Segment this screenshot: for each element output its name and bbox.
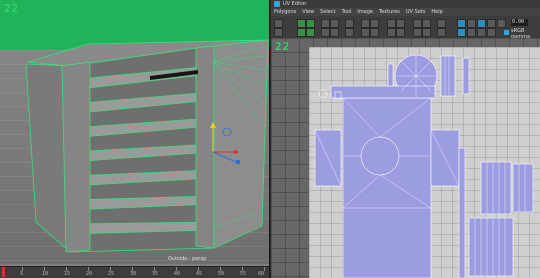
uv-editor-titlebar[interactable]: UV Editor [271, 0, 540, 8]
menu-image[interactable]: Image [357, 9, 373, 15]
toolbar-tool-icon[interactable] [497, 19, 506, 28]
toolbar-tool-icon[interactable] [477, 28, 486, 37]
toolbar-tool-icon[interactable] [396, 19, 405, 28]
toolbar-tool-icon[interactable] [422, 19, 431, 28]
toolbar-tool-icon[interactable] [422, 28, 431, 37]
uv-shell-long-slat [458, 147, 466, 278]
toolbar-tool-icon[interactable] [345, 28, 354, 37]
gamma-checkbox[interactable] [504, 30, 509, 35]
uv-shell-slat [440, 55, 456, 97]
uv-shells[interactable] [271, 38, 540, 278]
toolbar-tool-icon[interactable] [370, 19, 379, 28]
viewport-camera-caption: Outside : persp [168, 256, 207, 262]
toolbar-tool-icon[interactable] [487, 19, 496, 28]
uv-shell-group [314, 54, 534, 278]
time-slider[interactable]: 5 10 15 20 25 30 35 40 45 50 55 60 [0, 266, 269, 278]
uv-shell-small [387, 63, 394, 87]
crate-right-post [195, 45, 215, 249]
menu-select[interactable]: Select [320, 9, 335, 15]
crate-right-side [211, 39, 269, 249]
uv-editor-window[interactable]: UV Editor Polygons View Select Tool Imag… [271, 0, 540, 278]
uv-editor-title: UV Editor [283, 1, 307, 7]
toolbar-tool-icon[interactable] [467, 19, 476, 28]
uv-texture-view[interactable]: 22 [271, 38, 540, 278]
toolbar-tool-icon[interactable] [297, 19, 306, 28]
uv-shell-circle-center [360, 136, 400, 176]
uv-shell-slat-block [512, 163, 534, 213]
toolbar-tool-icon[interactable] [413, 19, 422, 28]
menu-view[interactable]: View [302, 9, 314, 15]
menu-textures[interactable]: Textures [379, 9, 400, 15]
uv-shell-top-strip [330, 85, 436, 99]
toolbar-tool-icon[interactable] [413, 28, 422, 37]
perspective-viewport[interactable]: 22 Outside: persp 5 10 15 20 25 30 35 4… [0, 0, 270, 278]
toolbar-tool-icon[interactable] [321, 28, 330, 37]
app-logo-icon [274, 1, 280, 7]
toolbar-tool-icon[interactable] [487, 28, 496, 37]
time-slider-marker[interactable] [2, 267, 5, 277]
crate-front-post [61, 61, 91, 253]
uv-editor-menubar: Polygons View Select Tool Image Textures… [271, 8, 540, 16]
uv-pivot-icon [318, 89, 328, 99]
toolbar-tool-icon[interactable] [477, 19, 486, 28]
toolbar-tool-icon[interactable] [345, 19, 354, 28]
toolbar-tool-icon[interactable] [387, 19, 396, 28]
toolbar-tool-icon[interactable] [361, 19, 370, 28]
menu-polygons[interactable]: Polygons [274, 9, 296, 15]
toolbar-tool-icon[interactable] [306, 19, 315, 28]
exposure-field[interactable]: 0.00 [511, 19, 528, 26]
toolbar-tool-icon[interactable] [274, 28, 283, 37]
toolbar-tool-icon[interactable] [437, 28, 446, 37]
toolbar-tool-icon[interactable] [467, 28, 476, 37]
uv-shell-slat [462, 57, 470, 95]
toolbar-tool-icon[interactable] [457, 19, 466, 28]
uv-shell-slat-block [480, 161, 512, 215]
toolbar-tool-icon[interactable] [387, 28, 396, 37]
toolbar-tool-icon[interactable] [274, 19, 283, 28]
toolbar-tool-icon[interactable] [330, 19, 339, 28]
toolbar-tool-icon[interactable] [330, 28, 339, 37]
crate-model[interactable] [0, 0, 270, 278]
toolbar-tool-icon[interactable] [370, 28, 379, 37]
menu-help[interactable]: Help [431, 9, 442, 15]
menu-tool[interactable]: Tool [342, 9, 352, 15]
toolbar-tool-icon[interactable] [297, 28, 306, 37]
toolbar-tool-icon[interactable] [457, 28, 466, 37]
toolbar-tool-icon[interactable] [396, 28, 405, 37]
uv-editor-toolbar: 0.00 sRGB gamma [271, 16, 540, 40]
toolbar-tool-icon[interactable] [321, 19, 330, 28]
uv-shell-small [334, 91, 342, 99]
toolbar-tool-icon[interactable] [437, 19, 446, 28]
toolbar-tool-icon[interactable] [306, 28, 315, 37]
toolbar-tool-icon[interactable] [361, 28, 370, 37]
uv-shell-main [342, 97, 432, 278]
menu-uv-sets[interactable]: UV Sets [406, 9, 426, 15]
uv-shell-slat-block [468, 217, 514, 277]
